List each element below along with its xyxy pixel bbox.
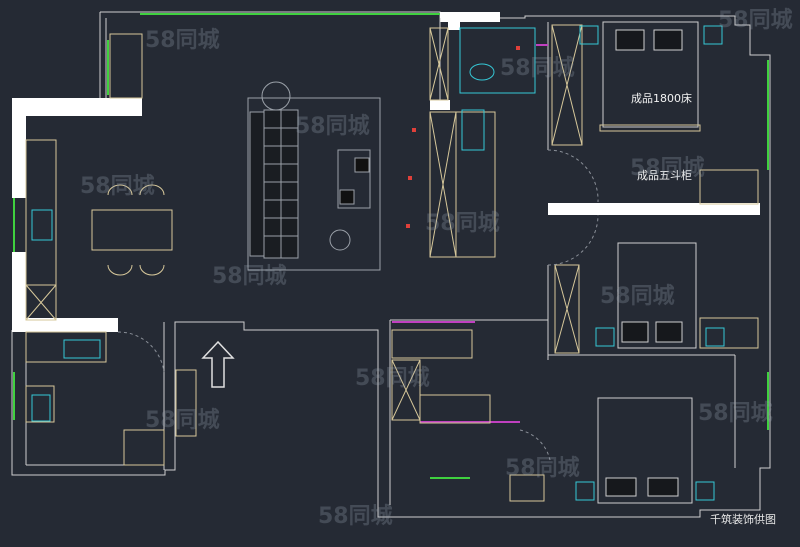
image-credit: 千筑装饰供图 [710, 513, 776, 526]
watermark: 58同城 [355, 366, 430, 391]
watermark: 58同城 [500, 56, 575, 81]
watermark: 58同城 [505, 456, 580, 481]
label-bed-1800: 成品1800床 [631, 92, 692, 105]
watermark: 58同城 [145, 408, 220, 433]
watermark: 58同城 [80, 174, 155, 199]
watermark: 58同城 [698, 401, 773, 426]
outer-wall-outline [11, 11, 771, 518]
windows [13, 13, 769, 479]
watermark: 58同城 [425, 211, 500, 236]
watermark: 58同城 [630, 156, 705, 181]
watermark: 58同城 [600, 284, 675, 309]
watermark: 58同城 [212, 264, 287, 289]
watermark: 58同城 [295, 114, 370, 139]
watermark: 58同城 [718, 8, 793, 33]
watermark: 58同城 [318, 504, 393, 529]
watermark: 58同城 [145, 28, 220, 53]
floor-plan [11, 11, 771, 518]
entry-arrow-icon [201, 340, 235, 388]
